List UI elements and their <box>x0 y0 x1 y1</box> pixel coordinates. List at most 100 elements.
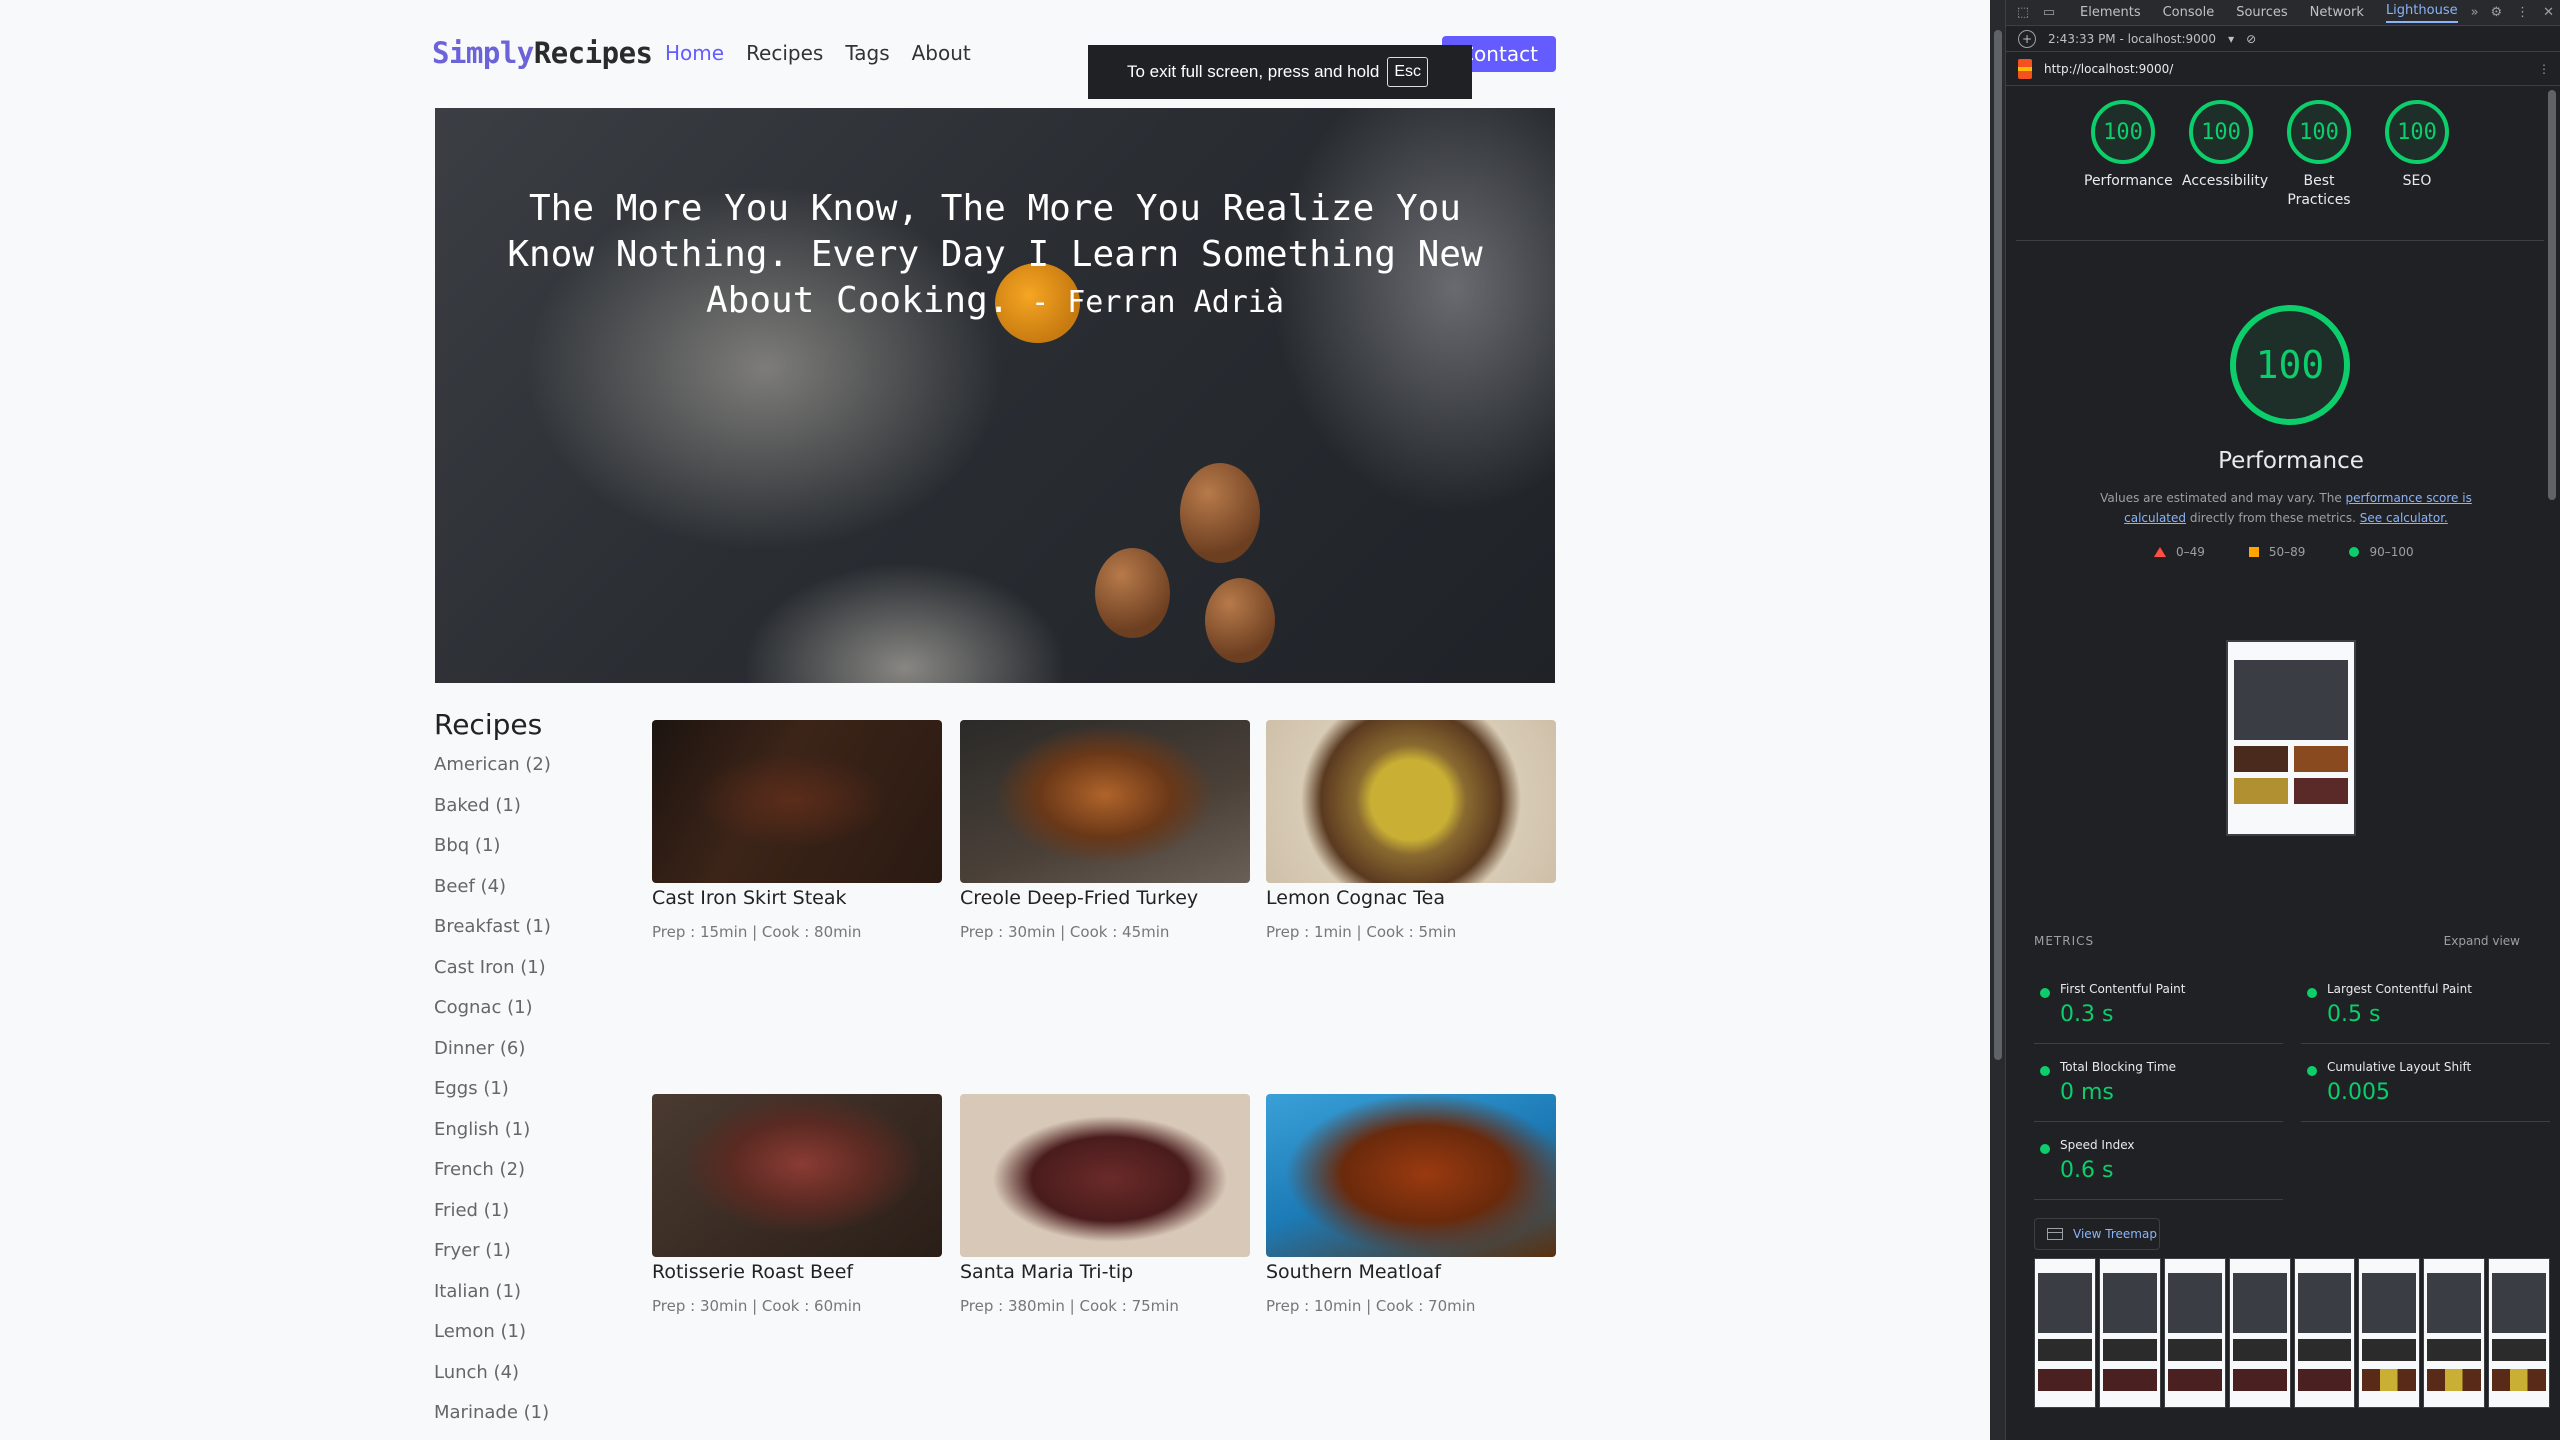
report-menu-icon[interactable]: ⋮ <box>2538 62 2550 76</box>
thumb-card <box>2294 746 2348 772</box>
tag-link[interactable]: Marinade (1) <box>434 1401 634 1440</box>
performance-description: Values are estimated and may vary. The p… <box>2086 488 2486 528</box>
recipe-title[interactable]: Cast Iron Skirt Steak <box>652 887 942 909</box>
nav-home[interactable]: Home <box>665 41 724 65</box>
metric-name: Total Blocking Time <box>2060 1060 2177 1074</box>
tag-link[interactable]: Cognac (1) <box>434 996 634 1037</box>
metrics-grid: First Contentful Paint 0.3 s Largest Con… <box>2034 966 2550 1200</box>
treemap-icon <box>2047 1228 2063 1240</box>
report-selector[interactable]: 2:43:33 PM - localhost:9000 <box>2048 32 2216 46</box>
frame-row <box>2492 1369 2546 1391</box>
frame-row <box>2492 1339 2546 1361</box>
scrollbar-thumb[interactable] <box>1994 30 2002 1060</box>
score-performance[interactable]: 100 Performance <box>2084 100 2173 210</box>
tab-console[interactable]: Console <box>2163 5 2215 20</box>
devtools-scrollbar[interactable] <box>2548 90 2556 500</box>
legend-pass: 90–100 <box>2369 545 2414 559</box>
recipe-image[interactable] <box>960 1094 1250 1257</box>
metric-value: 0.5 s <box>2327 1002 2381 1027</box>
recipe-title[interactable]: Southern Meatloaf <box>1266 1261 1556 1283</box>
tags-sidebar: Recipes American (2) Baked (1) Bbq (1) Beef… <box>434 708 634 1440</box>
clear-icon[interactable]: ⊘ <box>2246 32 2256 46</box>
tag-link[interactable]: Fryer (1) <box>434 1239 634 1280</box>
score-accessibility[interactable]: 100 Accessibility <box>2182 100 2268 210</box>
final-screenshot-thumbnail[interactable] <box>2226 640 2356 836</box>
recipe-card[interactable]: Lemon Cognac Tea Prep : 1min | Cook : 5m… <box>1266 720 1556 941</box>
nav-about[interactable]: About <box>912 41 971 65</box>
metric-lcp: Largest Contentful Paint 0.5 s <box>2301 966 2550 1044</box>
recipe-card[interactable]: Santa Maria Tri-tip Prep : 380min | Cook… <box>960 1094 1250 1315</box>
recipe-image[interactable] <box>652 1094 942 1257</box>
frame-row <box>2167 1369 2222 1391</box>
tag-link[interactable]: Bbq (1) <box>434 834 634 875</box>
tab-lighthouse[interactable]: Lighthouse <box>2385 3 2458 23</box>
close-icon[interactable]: ✕ <box>2543 5 2554 20</box>
nav-links: Home Recipes Tags About <box>665 41 971 65</box>
gauge-ring: 100 <box>2287 100 2351 164</box>
desc-text: Values are estimated and may vary. The <box>2100 491 2346 505</box>
hero-banner: The More You Know, The More You Realize … <box>435 108 1555 683</box>
recipe-image[interactable] <box>960 720 1250 883</box>
recipe-title[interactable]: Lemon Cognac Tea <box>1266 887 1556 909</box>
tag-link[interactable]: French (2) <box>434 1158 634 1199</box>
filmstrip-frame <box>2228 1258 2291 1408</box>
gauge-ring: 100 <box>2091 100 2155 164</box>
tag-link[interactable]: Italian (1) <box>434 1280 634 1321</box>
tag-link[interactable]: Beef (4) <box>434 875 634 916</box>
more-options-icon[interactable]: ⋮ <box>2516 5 2529 20</box>
nav-recipes[interactable]: Recipes <box>746 41 823 65</box>
recipe-card[interactable]: Cast Iron Skirt Steak Prep : 15min | Coo… <box>652 720 942 941</box>
score-seo[interactable]: 100 SEO <box>2378 100 2456 210</box>
recipe-title[interactable]: Rotisserie Roast Beef <box>652 1261 942 1283</box>
recipe-title[interactable]: Santa Maria Tri-tip <box>960 1261 1250 1283</box>
fail-triangle-icon <box>2154 547 2166 557</box>
recipe-meta: Prep : 1min | Cook : 5min <box>1266 923 1457 941</box>
recipe-image[interactable] <box>1266 1094 1556 1257</box>
score-best-practices[interactable]: 100 Best Practices <box>2280 100 2358 210</box>
see-calculator-link[interactable]: See calculator. <box>2360 511 2448 525</box>
device-toggle-icon[interactable]: ▭ <box>2040 4 2058 22</box>
expand-view-toggle[interactable]: Expand view <box>2444 934 2520 948</box>
legend-fail: 0–49 <box>2176 545 2205 559</box>
tag-link[interactable]: Lemon (1) <box>434 1320 634 1361</box>
metric-name: Cumulative Layout Shift <box>2327 1060 2472 1074</box>
recipe-card[interactable]: Rotisserie Roast Beef Prep : 30min | Coo… <box>652 1094 942 1315</box>
tag-link[interactable]: Lunch (4) <box>434 1361 634 1402</box>
tag-link[interactable]: American (2) <box>434 753 634 794</box>
new-report-icon[interactable]: + <box>2018 29 2036 48</box>
recipe-image[interactable] <box>652 720 942 883</box>
fullscreen-toast: To exit full screen, press and hold Esc <box>1088 45 1472 99</box>
tag-link[interactable]: Breakfast (1) <box>434 915 634 956</box>
gauge-label: Performance <box>2084 173 2173 189</box>
tag-link[interactable]: English (1) <box>434 1118 634 1159</box>
dropdown-icon[interactable]: ▾ <box>2228 32 2234 46</box>
recipe-title[interactable]: Creole Deep-Fried Turkey <box>960 887 1250 909</box>
tag-link[interactable]: Dinner (6) <box>434 1037 634 1078</box>
tab-sources[interactable]: Sources <box>2236 5 2287 20</box>
lighthouse-toolbar: + 2:43:33 PM - localhost:9000 ▾ ⊘ <box>2006 26 2560 52</box>
egg-image <box>1180 463 1260 563</box>
metrics-title: METRICS <box>2034 934 2095 948</box>
tab-elements[interactable]: Elements <box>2080 5 2141 20</box>
nav-tags[interactable]: Tags <box>845 41 889 65</box>
recipe-card[interactable]: Southern Meatloaf Prep : 10min | Cook : … <box>1266 1094 1556 1315</box>
frame-row <box>2297 1369 2352 1391</box>
recipe-card[interactable]: Creole Deep-Fried Turkey Prep : 30min | … <box>960 720 1250 941</box>
lighthouse-logo-icon <box>2018 58 2032 79</box>
more-tabs-icon[interactable]: » <box>2466 4 2484 22</box>
view-treemap-button[interactable]: View Treemap <box>2034 1218 2160 1250</box>
frame-row <box>2232 1339 2287 1361</box>
frame-row <box>2038 1369 2092 1391</box>
tab-network[interactable]: Network <box>2310 5 2364 20</box>
tag-link[interactable]: Fried (1) <box>434 1199 634 1240</box>
tag-link[interactable]: Eggs (1) <box>434 1077 634 1118</box>
inspect-icon[interactable]: ⬚ <box>2014 4 2032 22</box>
tag-list: American (2) Baked (1) Bbq (1) Beef (4) Brea… <box>434 753 634 1440</box>
page-scrollbar[interactable] <box>1990 0 2006 1440</box>
tag-link[interactable]: Baked (1) <box>434 794 634 835</box>
settings-icon[interactable]: ⚙ <box>2490 5 2502 20</box>
tag-link[interactable]: Cast Iron (1) <box>434 956 634 997</box>
recipe-image[interactable] <box>1266 720 1556 883</box>
metric-fcp: First Contentful Paint 0.3 s <box>2034 966 2283 1044</box>
site-logo[interactable]: SimplyRecipes <box>432 36 653 70</box>
